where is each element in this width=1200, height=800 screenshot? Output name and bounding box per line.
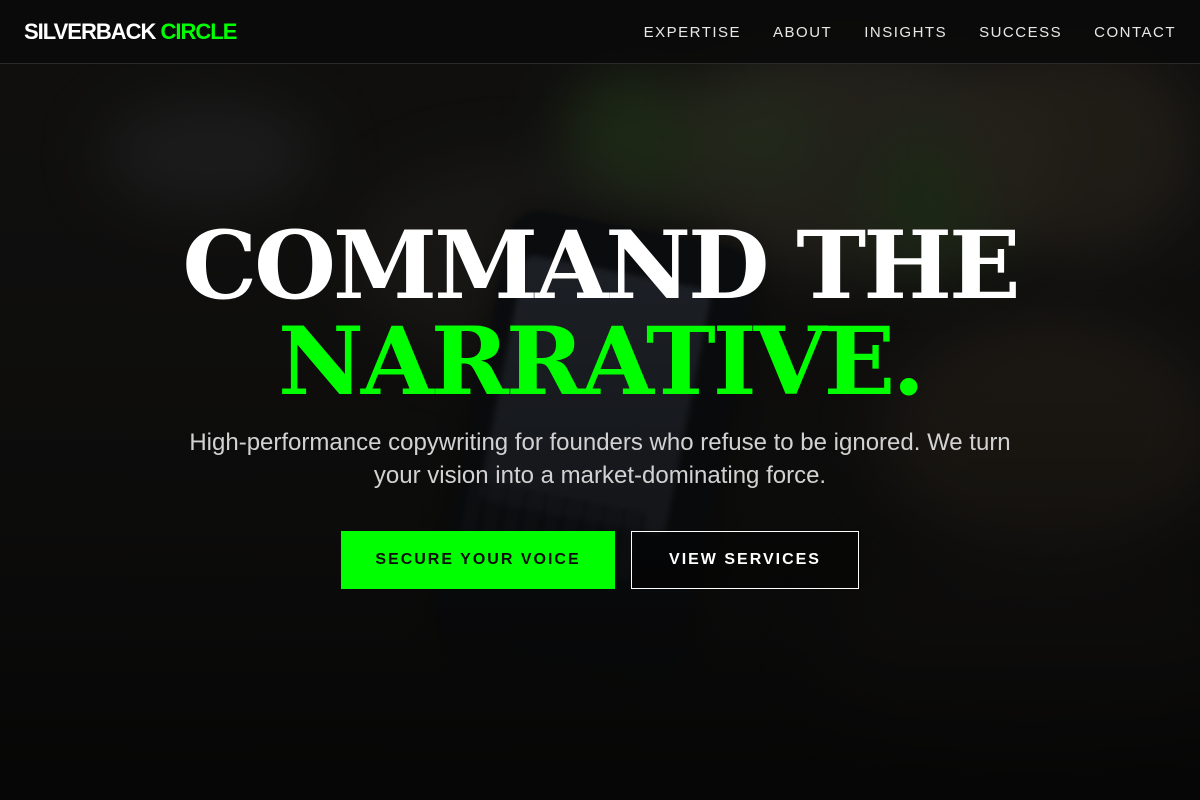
brand-logo[interactable]: SILVERBACK CIRCLE — [24, 18, 238, 46]
nav-link-about[interactable]: ABOUT — [773, 24, 832, 41]
nav-link-success[interactable]: SUCCESS — [979, 24, 1062, 41]
logo-text-primary: SILVERBACK — [24, 19, 156, 44]
secure-your-voice-button[interactable]: SECURE YOUR VOICE — [341, 531, 615, 589]
hero-subtitle: High-performance copywriting for founder… — [189, 429, 1011, 489]
nav-link-contact[interactable]: CONTACT — [1094, 24, 1176, 41]
landing-page: SILVERBACK CIRCLE EXPERTISE ABOUT INSIGH… — [0, 0, 1200, 800]
logo-text-accent: CIRCLE — [160, 19, 238, 44]
main-nav: EXPERTISE ABOUT INSIGHTS SUCCESS CONTACT — [644, 0, 1176, 64]
hero-section: COMMAND THE NARRATIVE. High-performance … — [0, 0, 1200, 800]
nav-link-insights[interactable]: INSIGHTS — [864, 24, 947, 41]
hero-headline-line2: NARRATIVE. — [277, 307, 925, 417]
nav-link-expertise[interactable]: EXPERTISE — [644, 24, 741, 41]
top-navbar: SILVERBACK CIRCLE EXPERTISE ABOUT INSIGH… — [0, 0, 1200, 64]
view-services-button[interactable]: VIEW SERVICES — [631, 531, 859, 589]
hero-headline-line1: COMMAND THE — [182, 211, 1020, 321]
